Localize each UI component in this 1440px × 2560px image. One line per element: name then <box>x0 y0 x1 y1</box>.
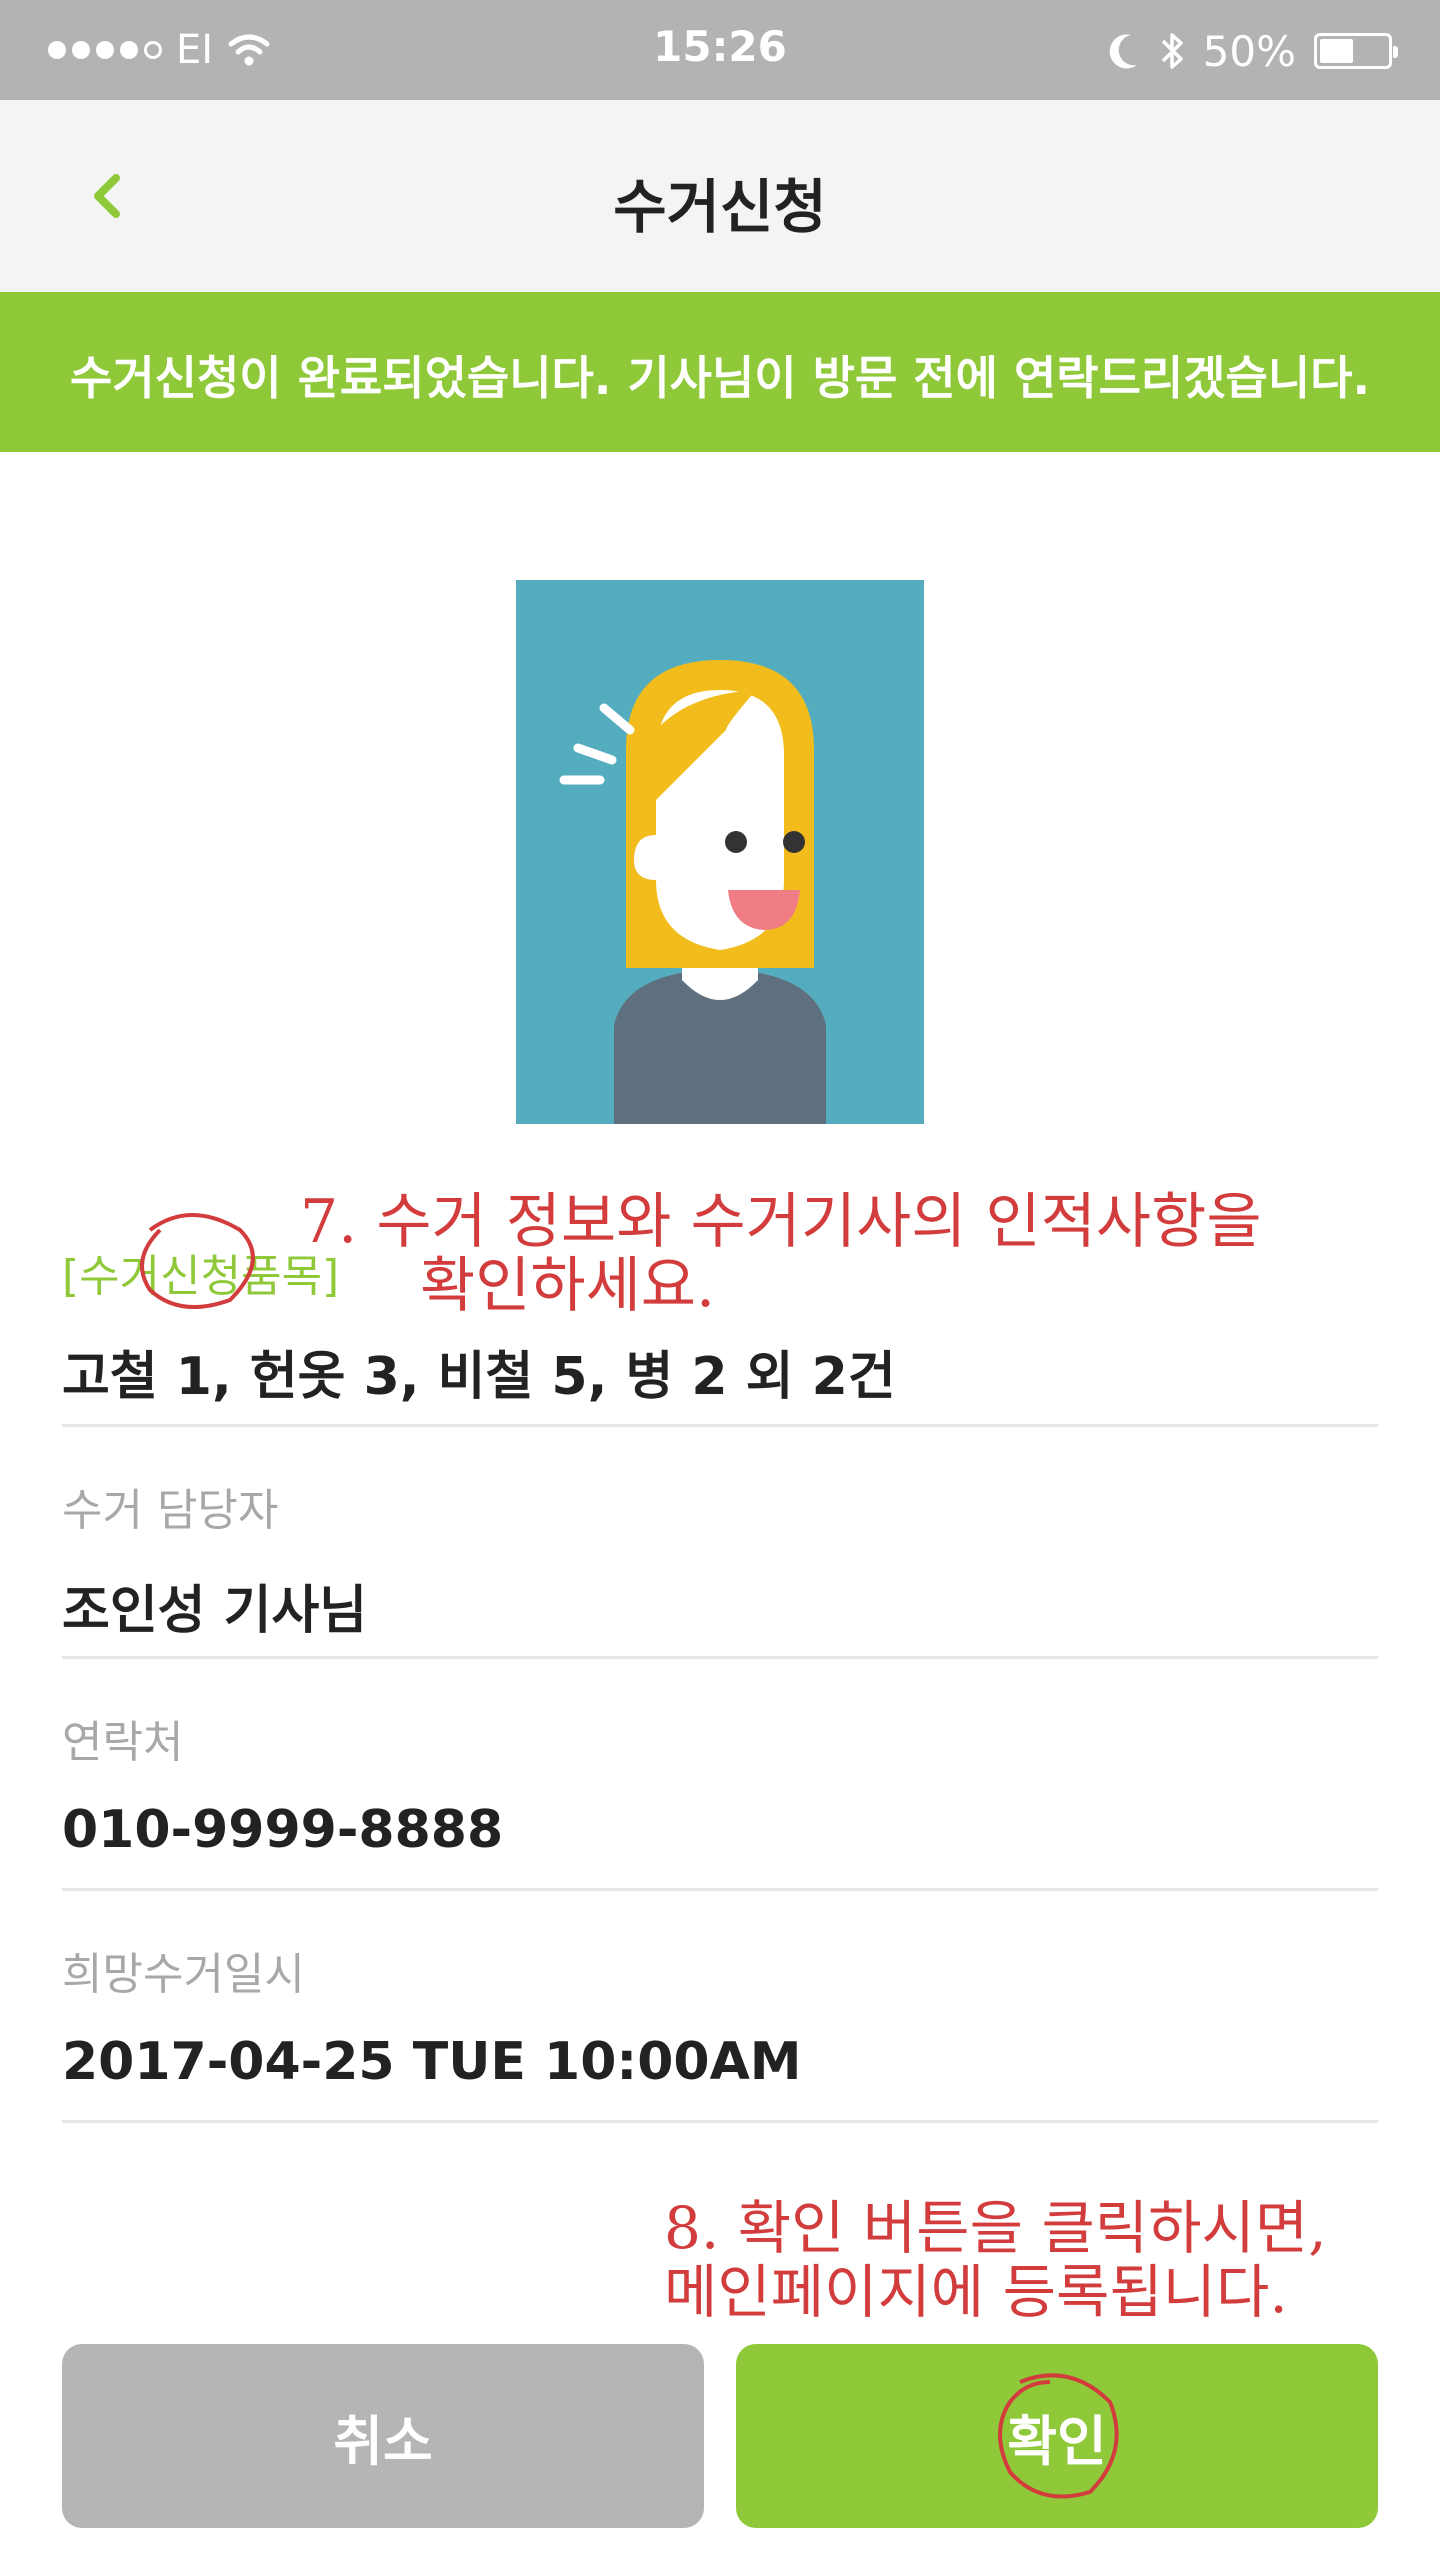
field-phone-label: 연락처 <box>62 1717 184 1768</box>
annotation-step-8-line2: 메인페이지에 등록됩니다. <box>664 2258 1288 2326</box>
divider <box>62 1888 1378 1891</box>
driver-illustration <box>516 580 924 1124</box>
battery-percent: 50% <box>1202 26 1296 76</box>
field-phone: 연락처 010-9999-8888 <box>62 1706 1378 1860</box>
battery-icon <box>1314 33 1398 69</box>
divider <box>62 1424 1378 1427</box>
annotation-step-7-line1: 7. 수거 정보와 수거기사의 인적사항을 <box>300 1187 1262 1257</box>
field-driver: 수거 담당자 조인성 기사님 <box>62 1474 1378 1643</box>
annotation-step-8: 8. 확인 버튼을 클릭하시면, 메인페이지에 등록됩니다. <box>664 2196 1327 2324</box>
field-phone-value: 010-9999-8888 <box>62 1800 504 1860</box>
annotation-step-7-line2: 확인하세요. <box>420 1251 716 1321</box>
status-right: 50% <box>1107 24 1398 78</box>
field-items-value: 고철 1, 헌옷 3, 비철 5, 병 2 외 2건 <box>62 1347 896 1407</box>
field-driver-value: 조인성 기사님 <box>62 1581 368 1641</box>
annotation-step-7: 7. 수거 정보와 수거기사의 인적사항을 확인하세요. <box>300 1190 1262 1318</box>
nav-bar: 수거신청 <box>0 100 1440 292</box>
annotation-step-8-line1: 8. 확인 버튼을 클릭하시면, <box>664 2194 1327 2262</box>
field-datetime: 희망수거일시 2017-04-25 TUE 10:00AM <box>62 1938 1378 2092</box>
bluetooth-icon <box>1161 33 1183 69</box>
field-datetime-label: 희망수거일시 <box>62 1949 305 2000</box>
completion-banner: 수거신청이 완료되었습니다. 기사님이 방문 전에 연락드리겠습니다. <box>0 292 1440 452</box>
moon-icon <box>1109 34 1137 69</box>
field-driver-label: 수거 담당자 <box>62 1485 279 1536</box>
divider <box>62 2120 1378 2123</box>
confirm-button[interactable]: 확인 <box>736 2344 1378 2528</box>
status-bar: EI 15:26 50% <box>0 0 1440 100</box>
cancel-button[interactable]: 취소 <box>62 2344 704 2528</box>
divider <box>62 1656 1378 1659</box>
page-title: 수거신청 <box>613 173 827 241</box>
banner-message: 수거신청이 완료되었습니다. 기사님이 방문 전에 연락드리겠습니다. <box>70 351 1370 405</box>
field-datetime-value: 2017-04-25 TUE 10:00AM <box>62 2032 802 2092</box>
